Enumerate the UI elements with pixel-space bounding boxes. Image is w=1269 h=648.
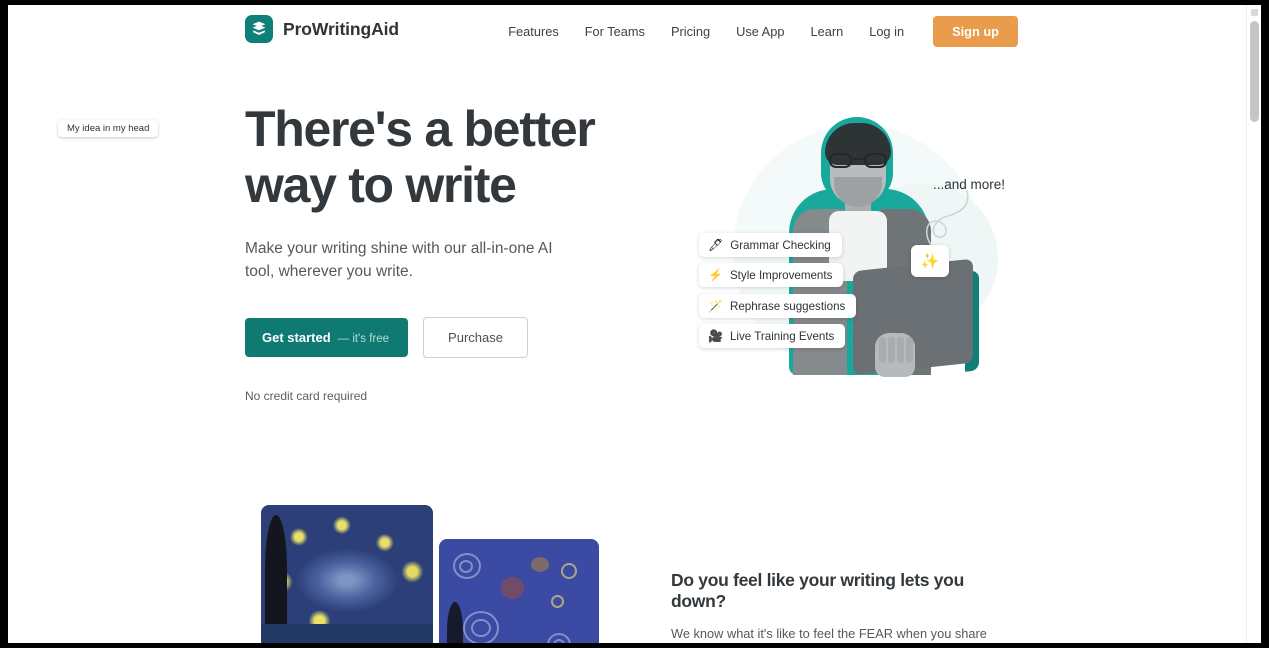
brand-logo[interactable]: ProWritingAid [245, 15, 399, 43]
sign-up-button[interactable]: Sign up [933, 16, 1018, 47]
feature-card-label: Live Training Events [729, 329, 835, 343]
page-content: ProWritingAid Features For Teams Pricing… [8, 5, 1246, 643]
nav-link-pricing[interactable]: Pricing [658, 18, 723, 45]
feature-card-grammar-checking[interactable]: 🖋 Grammar Checking [699, 233, 842, 257]
nav-link-learn[interactable]: Learn [797, 18, 856, 45]
site-header: ProWritingAid Features For Teams Pricing… [8, 5, 1246, 62]
get-started-sublabel: — it's free [337, 333, 390, 345]
quill-pen-icon: 🖋 [708, 238, 724, 252]
magic-wand-icon: 🪄 [708, 299, 723, 313]
section-two-copy: Do you feel like your writing lets you d… [671, 570, 1019, 643]
scribble-image [439, 539, 599, 643]
page-viewport: ProWritingAid Features For Teams Pricing… [8, 5, 1261, 643]
nav-link-features[interactable]: Features [495, 18, 572, 45]
lightning-bolt-icon: ⚡ [708, 268, 723, 282]
brand-name: ProWritingAid [283, 18, 400, 39]
feature-card-live-training-events[interactable]: 🎥 Live Training Events [699, 324, 846, 348]
feature-card-label: Rephrase suggestions [729, 299, 846, 313]
nav-link-use-app[interactable]: Use App [723, 18, 797, 45]
hero-illustration: 🖋 Grammar Checking ⚡ Style Improvements … [663, 105, 1033, 405]
village-hills-shape [261, 624, 433, 643]
hero-subheadline: Make your writing shine with our all-in-… [245, 240, 553, 280]
book-pages-icon [245, 15, 273, 43]
browser-screenshot: ProWritingAid Features For Teams Pricing… [0, 0, 1269, 648]
section-two-heading: Do you feel like your writing lets you d… [671, 570, 964, 611]
vertical-scrollbar-thumb[interactable] [1250, 21, 1259, 122]
get-started-button[interactable]: Get started — it's free [245, 318, 409, 357]
starry-night-image [261, 505, 433, 643]
feature-card-style-improvements[interactable]: ⚡ Style Improvements [699, 263, 844, 287]
nav-link-for-teams[interactable]: For Teams [572, 18, 658, 45]
no-credit-card-note: No credit card required [245, 389, 368, 403]
feature-card-label: Grammar Checking [730, 238, 831, 252]
laptop-illustration [853, 258, 981, 377]
cypress-tree-shape [447, 602, 463, 643]
feature-card-rephrase-suggestions[interactable]: 🪄 Rephrase suggestions [699, 294, 857, 318]
hand-illustration [875, 333, 915, 377]
video-camera-icon: 🎥 [708, 329, 723, 343]
sparkles-badge[interactable]: ✨ [911, 245, 949, 277]
glasses-icon [829, 153, 887, 168]
hero-cta-row: Get started — it's free Purchase [245, 317, 645, 358]
main-navigation: Features For Teams Pricing Use App Learn… [495, 16, 1018, 47]
scrollbar-up-arrow-icon[interactable] [1251, 9, 1258, 16]
idea-caption: My idea in my head [58, 120, 159, 137]
hero-copy: There's a better way to write Make your … [245, 101, 645, 403]
vertical-scrollbar[interactable] [1246, 5, 1261, 643]
sparkles-icon: ✨ [920, 252, 940, 270]
section-two-body: We know what it's like to feel the FEAR … [671, 626, 987, 641]
page-title: There's a better way to write [245, 101, 596, 213]
and-more-label: ...and more! [933, 177, 1006, 192]
nav-link-log-in[interactable]: Log in [856, 18, 917, 45]
feature-card-label: Style Improvements [729, 268, 833, 282]
get-started-label: Get started [262, 330, 331, 345]
purchase-button[interactable]: Purchase [423, 317, 528, 358]
